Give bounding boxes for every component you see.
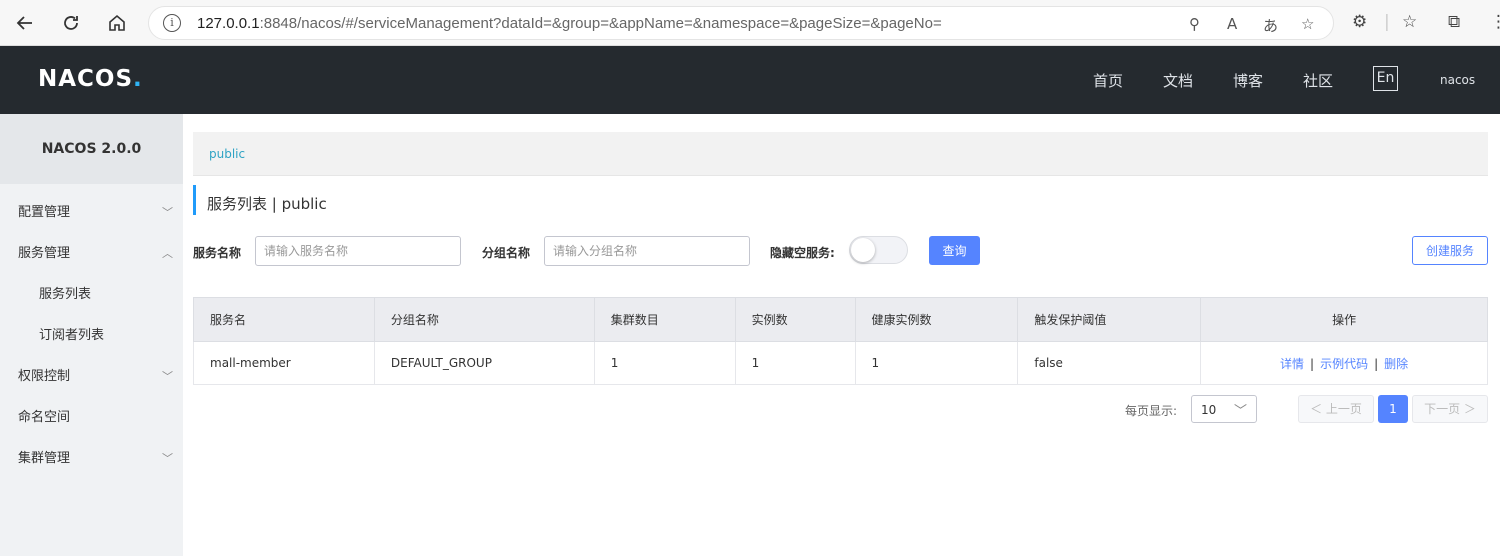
service-name-label: 服务名称 (193, 246, 242, 260)
sidebar-item-label: 订阅者列表 (39, 328, 105, 343)
nav-docs[interactable]: 文档 (1163, 70, 1193, 91)
key-icon[interactable]: ⚲ (1189, 15, 1200, 33)
hide-empty-label: 隐藏空服务: (770, 246, 835, 260)
service-name-input[interactable] (255, 236, 461, 266)
sidebar-item-label: 集群管理 (18, 451, 71, 466)
sidebar-item-label: 命名空间 (18, 410, 71, 425)
sidebar-item-label: 服务管理 (18, 246, 71, 261)
nacos-logo[interactable]: NACOS. (38, 66, 143, 92)
nav-home[interactable]: 首页 (1093, 70, 1123, 91)
current-page-button[interactable]: 1 (1378, 395, 1408, 423)
col-healthy-instance-count: 健康实例数 (854, 297, 1019, 342)
sidebar-item-access-control[interactable]: 权限控制 ﹀ (0, 356, 183, 397)
col-cluster-count: 集群数目 (593, 297, 736, 342)
sample-code-link[interactable]: 示例代码 (1320, 357, 1368, 371)
details-link[interactable]: 详情 (1280, 357, 1304, 371)
browser-toolbar: i 127.0.0.1:8848/nacos/#/serviceManageme… (0, 0, 1500, 46)
chevron-down-icon: ﹀ (162, 452, 173, 465)
sidebar-item-service-management[interactable]: 服务管理 ︿ (0, 233, 183, 274)
sidebar-item-namespace[interactable]: 命名空间 (0, 397, 183, 438)
sidebar-item-label: 配置管理 (18, 205, 71, 220)
more-icon[interactable]: ⋮ (1490, 12, 1500, 32)
next-page-button[interactable]: 下一页 ＞ (1412, 395, 1488, 423)
group-name-input[interactable] (544, 236, 750, 266)
cell-group-name: DEFAULT_GROUP (373, 341, 595, 385)
col-operations: 操作 (1200, 297, 1488, 342)
translate-icon[interactable]: あ (1263, 15, 1278, 36)
app-header: NACOS. 首页 文档 博客 社区 En nacos (0, 46, 1500, 114)
table-row: mall-member DEFAULT_GROUP 1 1 1 false 详情… (193, 341, 1488, 385)
chevron-down-icon: ﹀ (162, 206, 173, 219)
sidebar-title: NACOS 2.0.0 (0, 114, 183, 184)
col-instance-count: 实例数 (734, 297, 856, 342)
sidebar-item-service-list[interactable]: 服务列表 (0, 274, 183, 315)
page-title: 服务列表 | public (193, 185, 327, 215)
cell-healthy-instance-count: 1 (854, 341, 1019, 385)
cell-instance-count: 1 (734, 341, 856, 385)
table-header-row: 服务名 分组名称 集群数目 实例数 健康实例数 触发保护阈值 操作 (193, 297, 1488, 342)
create-service-button[interactable]: 创建服务 (1412, 236, 1488, 265)
namespace-bar: public (193, 132, 1488, 176)
cell-cluster-count: 1 (593, 341, 736, 385)
chevron-down-icon: ﹀ (1233, 404, 1247, 419)
extensions-icon[interactable]: ⚙ (1352, 12, 1367, 32)
page-size-label: 每页显示: (1125, 404, 1178, 418)
cell-operations: 详情 | 示例代码 | 删除 (1200, 341, 1488, 385)
query-button[interactable]: 查询 (929, 236, 980, 265)
page-size-select[interactable]: 10 ﹀ (1191, 395, 1257, 423)
sidebar-item-subscriber-list[interactable]: 订阅者列表 (0, 315, 183, 356)
page-size-value: 10 (1201, 403, 1217, 417)
collections-icon[interactable]: ⧉ (1448, 12, 1460, 32)
url-path: :8848/nacos/#/serviceManagement?dataId=&… (259, 15, 942, 32)
logo-text: NACOS (38, 66, 134, 92)
op-separator: | (1310, 356, 1315, 371)
nav-blog[interactable]: 博客 (1233, 70, 1263, 91)
service-table: 服务名 分组名称 集群数目 实例数 健康实例数 触发保护阈值 操作 mall-m… (193, 297, 1488, 385)
address-bar[interactable]: i 127.0.0.1:8848/nacos/#/serviceManageme… (148, 6, 1334, 40)
user-name[interactable]: nacos (1440, 73, 1475, 87)
home-icon[interactable] (104, 10, 130, 36)
toolbar-divider: | (1384, 12, 1390, 32)
cell-protect-threshold: false (1017, 341, 1202, 385)
namespace-public-link[interactable]: public (209, 147, 245, 161)
sidebar-item-label: 服务列表 (39, 287, 92, 302)
cell-service-name: mall-member (193, 341, 375, 385)
sidebar-item-config-management[interactable]: 配置管理 ﹀ (0, 192, 183, 233)
op-separator: | (1374, 356, 1379, 371)
group-name-label: 分组名称 (482, 246, 531, 260)
logo-dot: . (133, 66, 143, 92)
language-switch-button[interactable]: En (1373, 66, 1398, 91)
col-group-name: 分组名称 (373, 297, 595, 342)
sidebar-item-label: 权限控制 (18, 369, 71, 384)
toggle-knob (851, 238, 875, 262)
chevron-up-icon: ︿ (162, 247, 173, 260)
col-service-name: 服务名 (193, 297, 375, 342)
site-info-icon[interactable]: i (163, 14, 181, 32)
delete-link[interactable]: 删除 (1384, 357, 1408, 371)
sidebar: NACOS 2.0.0 配置管理 ﹀ 服务管理 ︿ 服务列表 订阅者列表 权限控… (0, 114, 183, 556)
favorites-icon[interactable]: ☆ (1402, 12, 1417, 32)
col-protect-threshold: 触发保护阈值 (1017, 297, 1202, 342)
refresh-icon[interactable] (58, 10, 84, 36)
hide-empty-toggle[interactable] (849, 236, 908, 264)
prev-page-button[interactable]: ＜ 上一页 (1298, 395, 1374, 423)
read-aloud-icon[interactable]: A (1227, 15, 1237, 33)
url-text: 127.0.0.1:8848/nacos/#/serviceManagement… (197, 15, 942, 32)
back-arrow-icon[interactable] (12, 10, 38, 36)
sidebar-item-cluster-management[interactable]: 集群管理 ﹀ (0, 438, 183, 479)
nav-community[interactable]: 社区 (1303, 70, 1333, 91)
url-host: 127.0.0.1 (197, 15, 260, 32)
favorite-add-icon[interactable]: ☆ (1301, 15, 1314, 33)
chevron-down-icon: ﹀ (162, 370, 173, 383)
